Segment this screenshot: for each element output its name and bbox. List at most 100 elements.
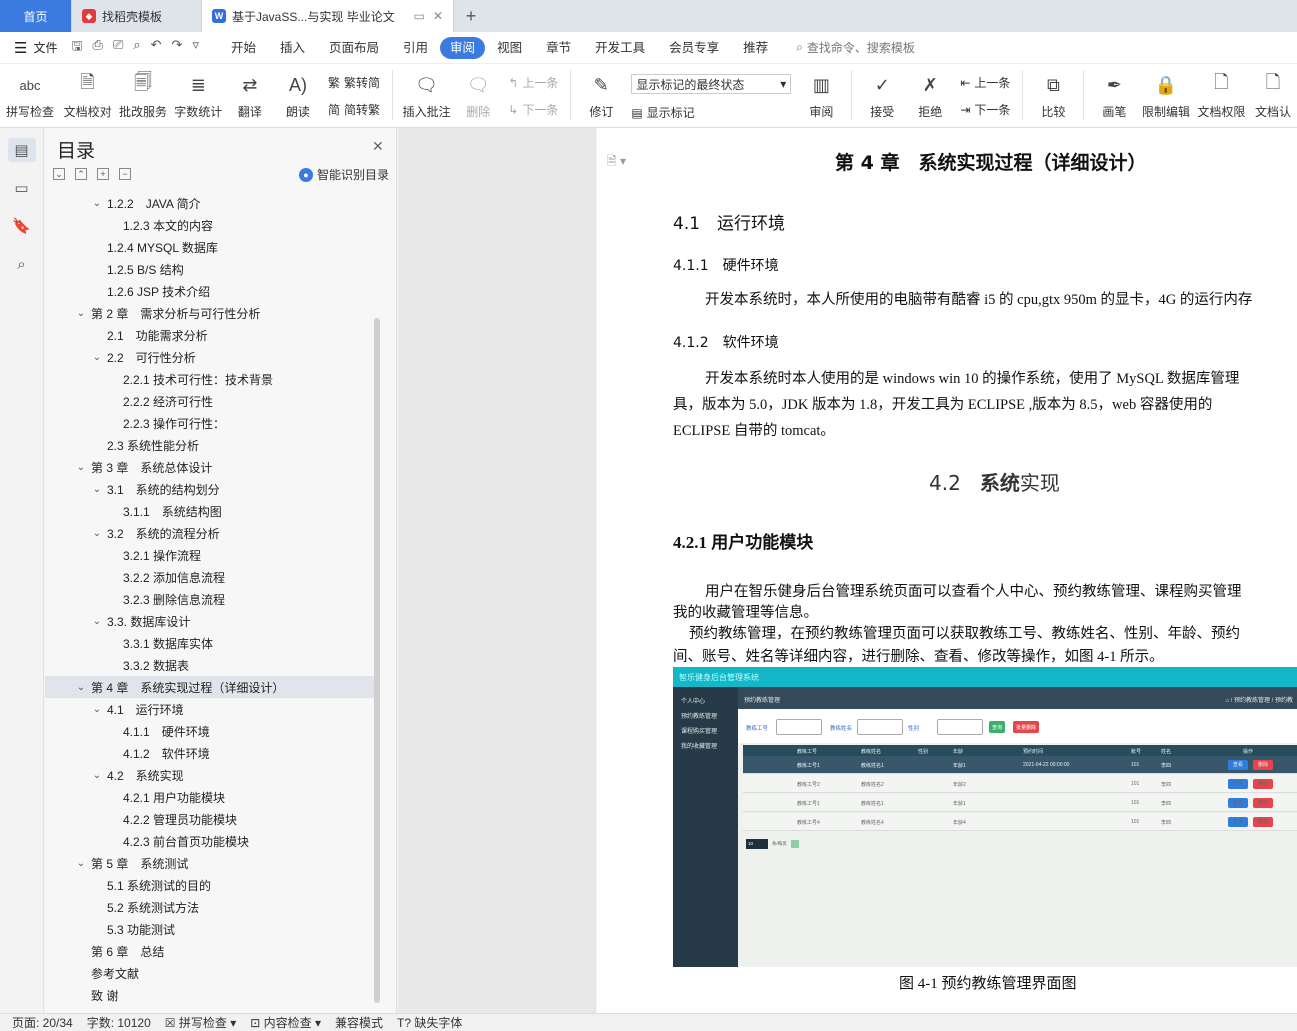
compare-button[interactable]: ⧉ 比较 <box>1029 70 1077 120</box>
status-spell-check[interactable]: ☒ 拼写检查 ▾ <box>165 1014 236 1031</box>
toc-item[interactable]: 5.3 功能测试 <box>45 918 375 940</box>
toc-item[interactable]: ⌄ 4.1 运行环境 <box>45 698 375 720</box>
find-icon[interactable]: ⌕ <box>8 252 36 276</box>
next-comment-button[interactable]: ↳ 下一条 <box>508 101 558 118</box>
prev-comment-button[interactable]: ↰ 上一条 <box>508 74 558 91</box>
toc-item[interactable]: 参考文献 <box>45 962 375 984</box>
pen-button[interactable]: ✒ 画笔 <box>1090 70 1138 120</box>
toc-item[interactable]: ⌄ 第 3 章 系统总体设计 <box>45 456 375 478</box>
chevron-down-icon[interactable]: ⌄ <box>75 682 87 693</box>
toc-item[interactable]: 1.2.5 B/S 结构 <box>45 258 375 280</box>
toc-item[interactable]: ⌄ 2.2 可行性分析 <box>45 346 375 368</box>
accept-button[interactable]: ✓ 接受 <box>858 70 906 120</box>
menu-item-1[interactable]: 插入 <box>268 37 317 59</box>
chevron-down-icon[interactable]: ⌄ <box>91 770 103 781</box>
toc-item[interactable]: 3.2.3 删除信息流程 <box>45 588 375 610</box>
pin-icon[interactable]: ▭ <box>414 9 425 23</box>
toc-item[interactable]: 4.1.2 软件环境 <box>45 742 375 764</box>
toc-item[interactable]: 4.2.3 前台首页功能模块 <box>45 830 375 852</box>
close-tab-icon[interactable]: ✕ <box>433 9 443 23</box>
simp-to-trad-button[interactable]: 简简转繁 <box>328 101 380 118</box>
next-change-button[interactable]: ⇥ 下一条 <box>960 101 1010 118</box>
add-icon[interactable]: + <box>97 168 109 180</box>
chevron-down-icon[interactable]: ⌄ <box>75 462 87 473</box>
toc-item[interactable]: 3.2.2 添加信息流程 <box>45 566 375 588</box>
command-search[interactable]: ⌕ 查找命令、搜索模板 <box>796 39 915 56</box>
toc-item[interactable]: 3.3.1 数据库实体 <box>45 632 375 654</box>
toc-item[interactable]: 2.2.3 操作可行性： <box>45 412 375 434</box>
toc-item[interactable]: 第 6 章 总结 <box>45 940 375 962</box>
toc-item[interactable]: 1.2.3 本文的内容 <box>45 214 375 236</box>
prev-change-button[interactable]: ⇤ 上一条 <box>960 74 1010 91</box>
batch-service-button[interactable]: 🗐 批改服务 <box>115 70 170 120</box>
doc-cert-button[interactable]: 🗋 文档认 <box>1249 70 1297 120</box>
toc-item[interactable]: 2.3 系统性能分析 <box>45 434 375 456</box>
toc-item[interactable]: 5.1 系统测试的目的 <box>45 874 375 896</box>
spell-check-button[interactable]: abc 拼写检查 <box>0 70 60 120</box>
insert-comment-button[interactable]: 🗨 插入批注 <box>399 70 454 120</box>
expand-icon[interactable]: ⌃ <box>75 168 87 180</box>
translate-button[interactable]: ⇄ 翻译 <box>226 70 274 120</box>
preview-icon[interactable]: ⌕ <box>133 37 140 59</box>
toc-item[interactable]: ⌄ 第 5 章 系统测试 <box>45 852 375 874</box>
read-aloud-button[interactable]: A) 朗读 <box>274 70 322 120</box>
delete-comment-button[interactable]: 🗨 删除 <box>454 70 502 120</box>
status-page[interactable]: 页面: 20/34 <box>12 1014 73 1031</box>
chevron-down-icon[interactable]: ⌄ <box>91 352 103 363</box>
chevron-down-icon[interactable]: ⌄ <box>91 704 103 715</box>
toc-item[interactable]: 3.2.1 操作流程 <box>45 544 375 566</box>
status-content-check[interactable]: ⊡ 内容检查 ▾ <box>250 1014 321 1031</box>
page-options-icon[interactable]: 🗎 ▾ <box>607 152 626 173</box>
doc-permission-button[interactable]: 🗋 文档权限 <box>1194 70 1249 120</box>
toc-item[interactable]: 5.2 系统测试方法 <box>45 896 375 918</box>
menu-item-3[interactable]: 引用 <box>391 37 440 59</box>
export-icon[interactable]: ⎙ <box>93 37 103 59</box>
track-changes-button[interactable]: ✎ 修订 <box>577 70 625 120</box>
toc-item[interactable]: ⌄ 第 4 章 系统实现过程（详细设计） <box>45 676 375 698</box>
file-menu[interactable]: ☰ 文件 <box>14 39 57 57</box>
tab-home[interactable]: 首页 <box>0 0 72 32</box>
toc-item[interactable]: 1.2.4 MYSQL 数据库 <box>45 236 375 258</box>
menu-item-0[interactable]: 开始 <box>219 37 268 59</box>
status-missing-font[interactable]: T? 缺失字体 <box>397 1014 462 1031</box>
restrict-edit-button[interactable]: 🔒 限制编辑 <box>1138 70 1193 120</box>
toc-item[interactable]: ⌄ 3.3. 数据库设计 <box>45 610 375 632</box>
toc-panel-icon[interactable]: ▤ <box>7 138 36 162</box>
redo-icon[interactable]: ↷ <box>172 37 183 59</box>
menu-item-2[interactable]: 页面布局 <box>317 37 391 59</box>
remove-icon[interactable]: − <box>119 168 131 180</box>
smart-toc-button[interactable]: ● 智能识别目录 <box>299 166 389 183</box>
chevron-down-icon[interactable]: ⌄ <box>91 528 103 539</box>
chevron-down-icon[interactable]: ⌄ <box>75 308 87 319</box>
new-tab-button[interactable]: + <box>454 0 488 32</box>
menu-item-6[interactable]: 章节 <box>534 37 583 59</box>
chevron-down-icon[interactable]: ⌄ <box>75 858 87 869</box>
review-pane-button[interactable]: ▥ 审阅 <box>797 70 845 120</box>
toc-scrollbar[interactable] <box>374 318 380 1003</box>
toc-item[interactable]: 4.2.2 管理员功能模块 <box>45 808 375 830</box>
toc-item[interactable]: ⌄ 3.1 系统的结构划分 <box>45 478 375 500</box>
bookmark-icon[interactable]: 🔖 <box>8 214 36 238</box>
trad-to-simp-button[interactable]: 繁繁转简 <box>328 74 380 91</box>
toc-item[interactable]: 致 谢 <box>45 984 375 1006</box>
more-icon[interactable]: ▿ <box>192 37 199 59</box>
chevron-down-icon[interactable]: ⌄ <box>91 484 103 495</box>
collapse-icon[interactable]: ⌄ <box>53 168 65 180</box>
tab-template[interactable]: ◆ 找稻壳模板 <box>72 0 202 32</box>
chapter-nav-icon[interactable]: ▭ <box>8 176 36 200</box>
menu-item-4[interactable]: 审阅 <box>440 36 486 59</box>
show-markup-button[interactable]: ▤ 显示标记 <box>631 104 791 121</box>
menu-item-7[interactable]: 开发工具 <box>583 37 657 59</box>
toc-item[interactable]: ⌄ 第 2 章 需求分析与可行性分析 <box>45 302 375 324</box>
tab-document[interactable]: W 基于JavaSS...与实现 毕业论文 ▭ ✕ <box>202 0 454 32</box>
markup-select[interactable]: 显示标记的最终状态 ▾ <box>631 74 792 94</box>
chevron-down-icon[interactable]: ⌄ <box>91 198 103 209</box>
word-count-button[interactable]: ≣ 字数统计 <box>171 70 226 120</box>
menu-item-5[interactable]: 视图 <box>485 37 534 59</box>
toc-item[interactable]: 2.2.2 经济可行性 <box>45 390 375 412</box>
toc-item[interactable]: 2.1 功能需求分析 <box>45 324 375 346</box>
toc-item[interactable]: ⌄ 4.2 系统实现 <box>45 764 375 786</box>
toc-item[interactable]: 4.1.1 硬件环境 <box>45 720 375 742</box>
toc-item[interactable]: 4.2.1 用户功能模块 <box>45 786 375 808</box>
close-icon[interactable]: ✕ <box>372 138 384 155</box>
